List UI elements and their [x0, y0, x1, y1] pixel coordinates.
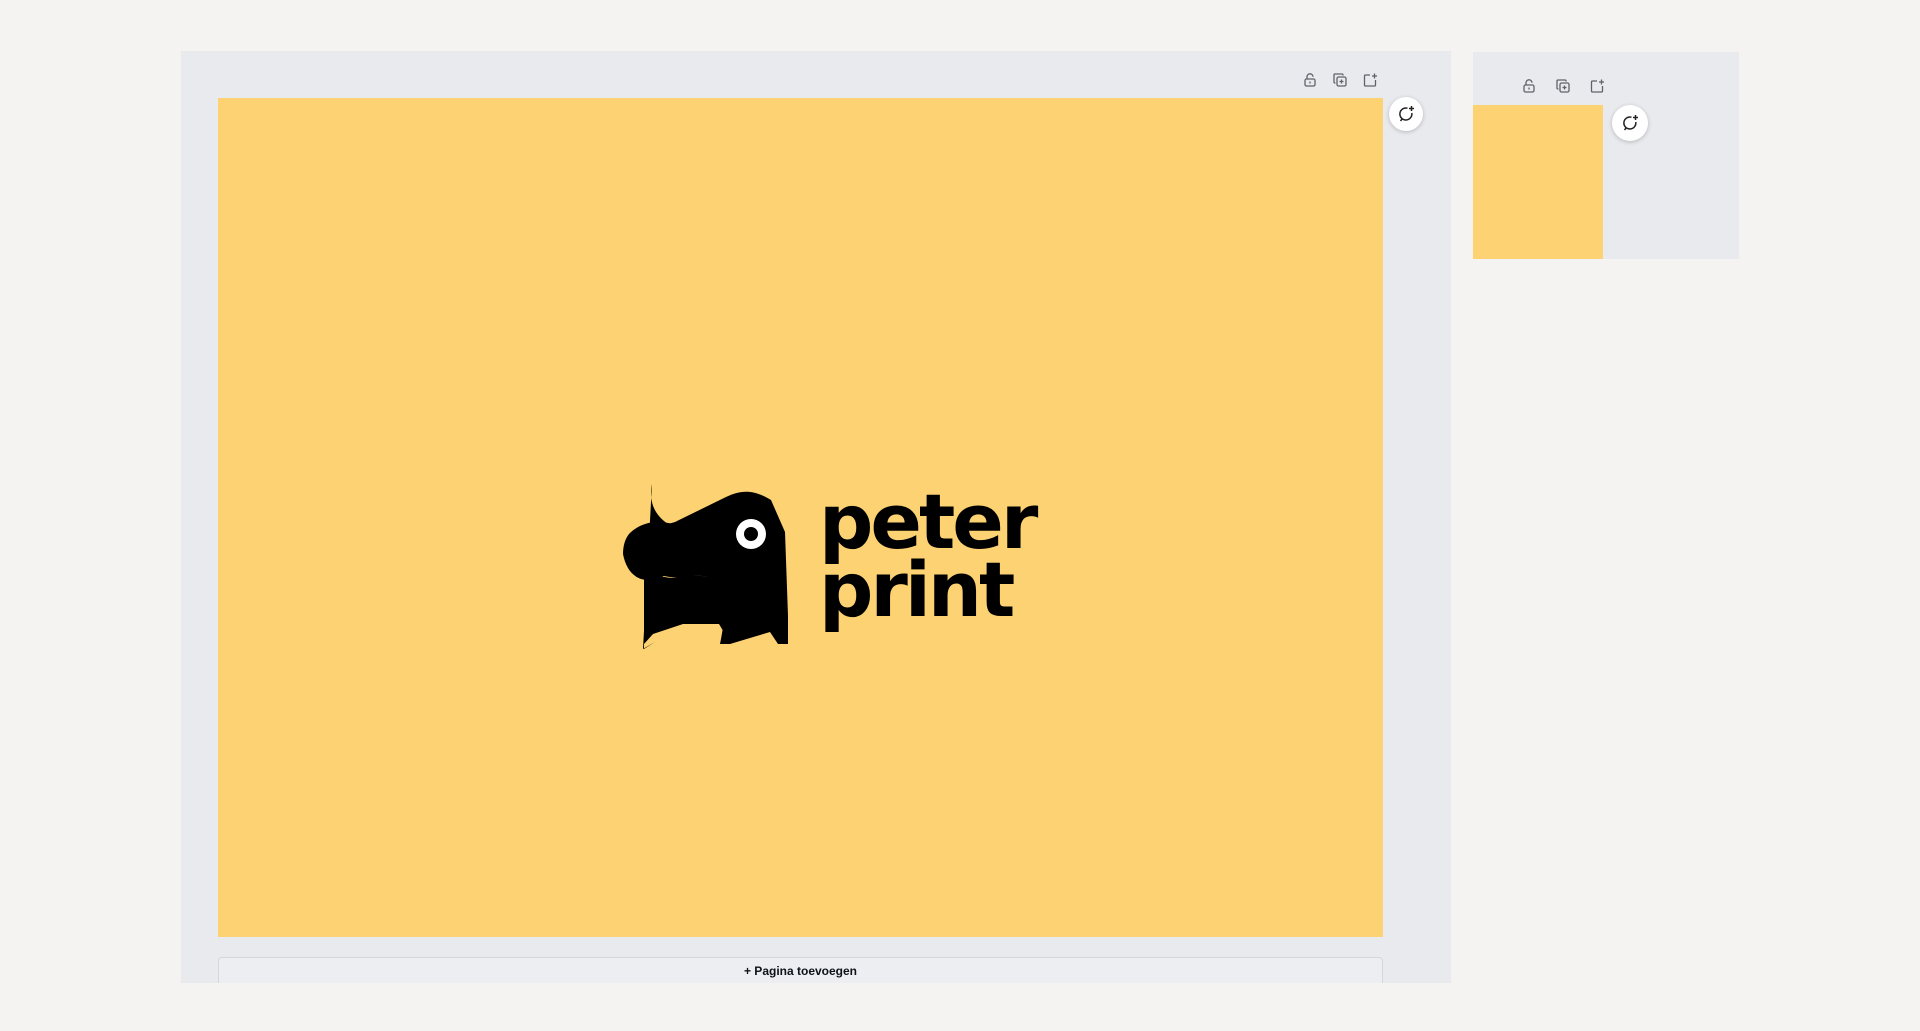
logo-wordmark: peter print	[819, 484, 1038, 634]
bird-logo-icon	[623, 484, 788, 649]
add-page-icon	[1363, 73, 1377, 87]
add-page-button[interactable]	[1355, 68, 1385, 92]
main-page-container: peter print + Pagina toevoegen	[181, 51, 1451, 983]
lock-page-button[interactable]	[1295, 68, 1325, 92]
lock-page-button[interactable]	[1512, 74, 1546, 98]
page-toolbar	[1295, 68, 1385, 92]
design-page[interactable]: peter print	[218, 98, 1383, 937]
duplicate-page-button[interactable]	[1325, 68, 1355, 92]
add-page-bar-button[interactable]: + Pagina toevoegen	[218, 957, 1383, 983]
add-page-button[interactable]	[1580, 74, 1614, 98]
duplicate-icon	[1333, 73, 1347, 87]
add-comment-button[interactable]	[1389, 97, 1423, 131]
side-page-container	[1473, 52, 1739, 259]
lock-open-icon	[1523, 79, 1535, 93]
side-design-page[interactable]	[1473, 105, 1603, 259]
logo-line-2: print	[819, 545, 1015, 634]
add-comment-button[interactable]	[1612, 105, 1648, 141]
side-page-toolbar	[1512, 74, 1614, 98]
add-comment-icon	[1623, 115, 1638, 131]
duplicate-page-button[interactable]	[1546, 74, 1580, 98]
add-page-icon	[1590, 79, 1604, 93]
peter-print-logo[interactable]: peter print	[623, 484, 1053, 649]
add-comment-icon	[1399, 106, 1414, 122]
duplicate-icon	[1556, 79, 1570, 93]
lock-open-icon	[1304, 73, 1316, 87]
